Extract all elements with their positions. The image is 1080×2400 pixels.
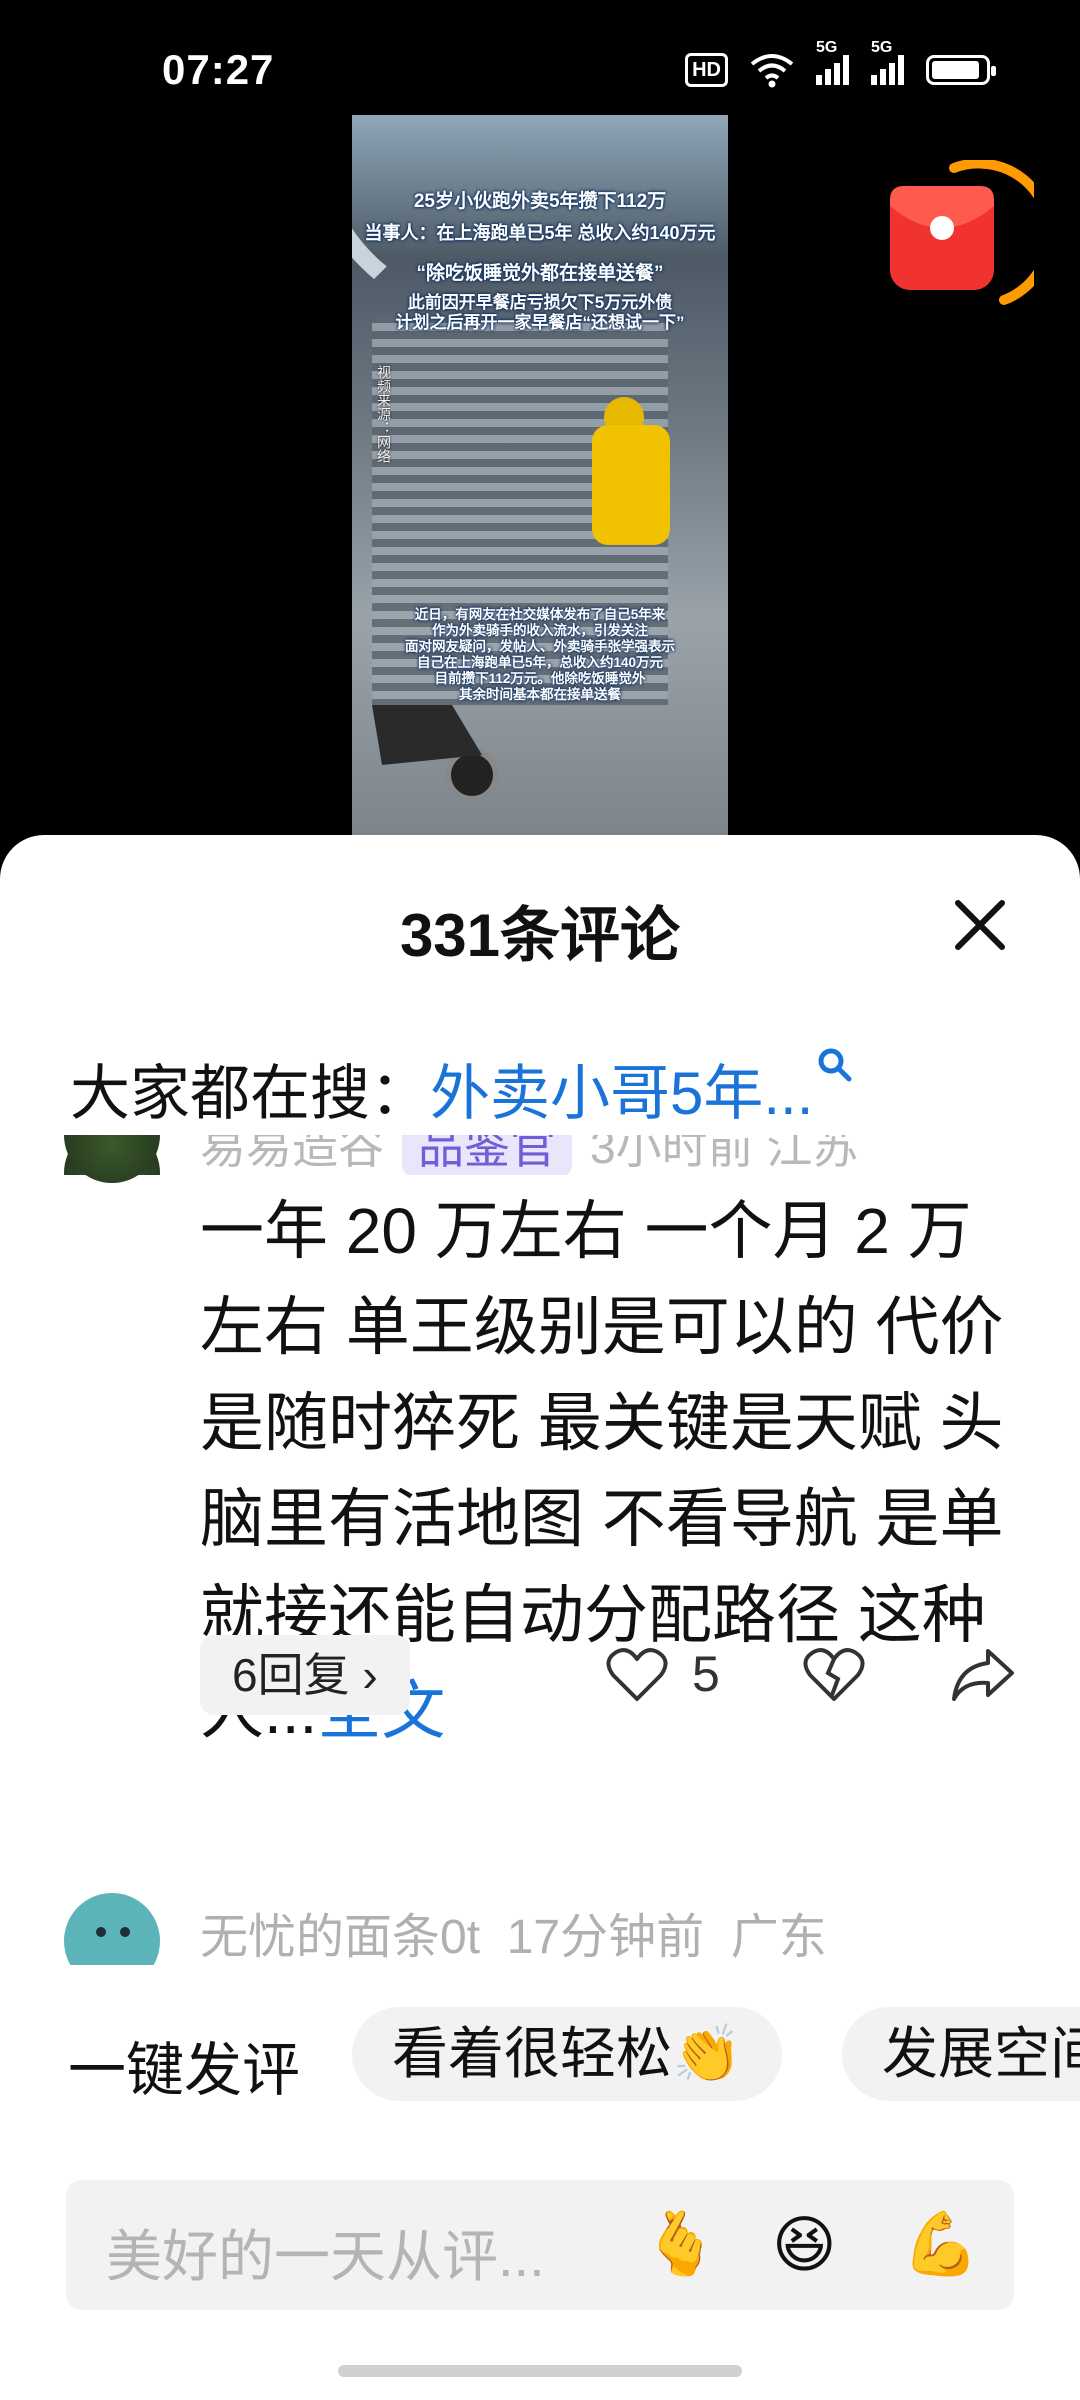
trending-search-label: 大家都在搜： xyxy=(70,1060,430,1127)
search-icon xyxy=(818,1048,852,1082)
comment-username[interactable]: 无忧的面条0t xyxy=(200,1911,480,1964)
video-caption-5: 计划之后再开一家早餐店“还想试一下” xyxy=(395,313,685,332)
avatar-lower[interactable] xyxy=(64,1135,160,1183)
status-time: 07:27 xyxy=(162,46,275,93)
trending-search-keyword[interactable]: 外卖小哥5年... xyxy=(430,1060,813,1127)
finger-heart-emoji-button[interactable]: 🫰 xyxy=(642,2208,719,2281)
video-bottom-line-6: 其余时间基本都在接单送餐 xyxy=(459,687,621,702)
comment-header: 易易造谷 品鉴官 3小时前 江苏 xyxy=(0,1135,1080,1175)
comment-username[interactable]: 易易造谷 xyxy=(200,1135,384,1173)
comment-input-placeholder: 美好的一天从评... xyxy=(106,2225,545,2288)
comment-time: 17分钟前 xyxy=(506,1911,705,1964)
comment-meta: 易易造谷 品鉴官 3小时前 江苏 xyxy=(200,1135,858,1175)
view-replies-button[interactable]: 6回复 › xyxy=(200,1635,410,1715)
signal-icon-2: 5G xyxy=(871,39,904,85)
red-packet-icon[interactable] xyxy=(884,160,1034,310)
hd-icon: HD xyxy=(685,53,728,87)
battery-icon xyxy=(926,55,996,85)
quick-comment-chip[interactable]: 看着很轻松👏 xyxy=(352,2007,782,2101)
video-caption-2: 当事人：在上海跑单已5年 总收入约140万元 xyxy=(364,223,716,243)
video-caption-1: 25岁小伙跑外卖5年攒下112万 xyxy=(413,191,667,212)
like-count: 5 xyxy=(692,1646,720,1702)
home-indicator[interactable] xyxy=(338,2365,742,2377)
trending-search[interactable]: 大家都在搜：外卖小哥5年... xyxy=(70,1045,855,1132)
chevron-right-icon: › xyxy=(362,1649,378,1701)
video-caption-4: 此前因开早餐店亏损欠下5万元外债 xyxy=(407,293,673,312)
signal-icon-1: 5G xyxy=(816,39,849,85)
comment-sheet: 331条评论 大家都在搜：外卖小哥5年... 易易造谷 品鉴官 3小时前 江苏 一年… xyxy=(0,835,1080,2400)
status-icons: HD 5G 5G xyxy=(685,39,996,88)
comment-location: 广东 xyxy=(730,1911,827,1964)
wifi-icon xyxy=(750,54,794,88)
video-bottom-line-4: 自己在上海跑单已5年，总收入约140万元 xyxy=(416,655,664,670)
video-player[interactable]: 25岁小伙跑外卖5年攒下112万 当事人：在上海跑单已5年 总收入约140万元 … xyxy=(352,115,728,835)
share-icon[interactable] xyxy=(950,1643,1016,1707)
close-icon[interactable] xyxy=(950,895,1010,955)
video-bottom-line-2: 作为外卖骑手的收入流水，引发关注 xyxy=(432,623,648,638)
comment-time-location: 3小时前 江苏 xyxy=(590,1135,859,1173)
comment-count-title: 331条评论 xyxy=(399,902,681,969)
replies-label: 6回复 xyxy=(232,1649,350,1701)
quick-comment-row: 一键发评 看着很轻松👏 发展空间 xyxy=(0,2005,1080,2105)
comment-item: 易易造谷 品鉴官 3小时前 江苏 一年 20 万左右 一个月 2 万左右 单王级别是… xyxy=(0,1135,1080,1855)
comment-meta: 无忧的面条0t 17分钟前 广东 xyxy=(200,1897,827,1965)
rider-figure xyxy=(592,425,670,545)
comment-item: 无忧的面条0t 17分钟前 广东 xyxy=(0,1885,1080,1965)
video-caption-3: “除吃饭睡觉外都在接单送餐” xyxy=(416,263,664,284)
heart-icon[interactable] xyxy=(605,1643,669,1707)
quick-comment-label: 一键发评 xyxy=(68,2038,301,2103)
laughing-emoji-button[interactable]: 😆 xyxy=(772,2208,837,2281)
flexed-biceps-emoji-button[interactable]: 💪 xyxy=(902,2208,979,2281)
comment-input[interactable]: 美好的一天从评... 🫰 😆 💪 xyxy=(66,2180,1014,2310)
avatar[interactable] xyxy=(64,1893,160,1965)
video-bottom-line-3: 面对网友疑问，发帖人、外卖骑手张学强表示 xyxy=(405,639,675,654)
video-bottom-line-5: 目前攒下112万元。他除吃饭睡觉外 xyxy=(434,671,646,686)
status-badge: 品鉴官 xyxy=(402,1135,572,1175)
video-side-text: 视频来源：网络 xyxy=(376,365,392,463)
quick-comment-chip[interactable]: 发展空间 xyxy=(842,2007,1080,2101)
video-bottom-line-1: 近日，有网友在社交媒体发布了自己5年来 xyxy=(414,607,666,622)
broken-heart-icon[interactable] xyxy=(802,1643,866,1707)
